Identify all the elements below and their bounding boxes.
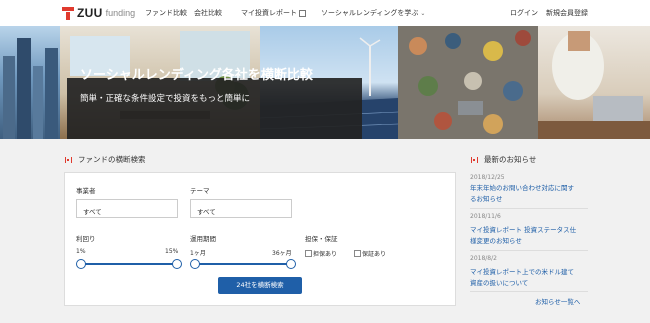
news-divider [470,250,588,251]
nav-my-report-label: マイ投資レポート [241,9,297,17]
section-marker-icon [65,156,72,163]
news-divider [470,291,588,292]
search-submit-button[interactable]: 24社を横断検索 [218,277,302,294]
hero-title: ソーシャルレンディング各社を横断比較 [80,68,313,83]
period-label: 運用期間 [190,235,216,243]
theme-label: テーマ [190,187,210,195]
hero-image-laptop [538,26,650,139]
news-title-line: マイ投資レポート 投資ステータス仕 [470,226,577,234]
nav-my-report[interactable]: マイ投資レポート [241,8,306,18]
news-section-heading: 最新のお知らせ [471,154,536,165]
hero-subtitle: 簡単・正確な条件設定で投資をもっと簡単に [80,94,251,104]
chevron-down-icon: ⌄ [420,10,426,17]
news-date: 2018/8/2 [470,255,497,262]
market-crowd-image [409,30,531,134]
news-heading-text: 最新のお知らせ [484,155,537,164]
top-navbar: ZUU funding ファンド比較 会社比較 マイ投資レポート ソーシャルレン… [0,0,650,27]
external-link-icon [299,9,306,17]
operator-label: 事業者 [76,187,96,195]
period-min-value: 1ヶ月 [190,250,206,257]
period-max-handle[interactable] [286,259,296,269]
search-heading-text: ファンドの横断検索 [78,155,146,164]
person-laptop-image [538,31,650,139]
news-title-line: 様変更のお知らせ [470,237,522,245]
collateral-checkbox[interactable] [305,250,312,257]
news-title-line: マイ投資レポート上での米ドル建て [470,268,574,276]
search-section-heading: ファンドの横断検索 [65,154,146,165]
collateral-label: 担保・保証 [305,235,338,243]
news-more-link[interactable]: お知らせ一覧へ [535,296,580,306]
period-slider-track[interactable] [194,263,291,265]
register-link[interactable]: 新規会員登録 [546,8,588,18]
news-date: 2018/11/6 [470,213,501,220]
collateral-option-label[interactable]: 担保あり [313,249,337,258]
section-marker-icon [471,156,478,163]
theme-select[interactable]: すべて [190,199,292,218]
news-item-link[interactable]: マイ投資レポート上での米ドル建て 資産の扱いについて [470,267,574,289]
logo-brand-text: ZUU [77,6,103,20]
nav-fund-compare[interactable]: ファンド比較 [145,8,187,18]
nav-learn-dropdown[interactable]: ソーシャルレンディングを学ぶ ⌄ [321,8,425,18]
nav-company-compare[interactable]: 会社比較 [194,8,222,18]
period-min-handle[interactable] [190,259,200,269]
news-title-line: 資産の扱いについて [470,279,529,287]
hero-image-city [0,26,60,139]
hero-title-box [67,78,362,139]
period-max-value: 36ヶ月 [272,250,292,257]
news-date: 2018/12/25 [470,174,505,181]
news-item-link[interactable]: 年末年始のお問い合わせ対応に関す るお知らせ [470,183,574,205]
yield-slider-track[interactable] [80,263,177,265]
yield-min-handle[interactable] [76,259,86,269]
news-title-line: るお知らせ [470,195,503,203]
zuu-logo-icon [62,6,74,20]
news-item-link[interactable]: マイ投資レポート 投資ステータス仕 様変更のお知らせ [470,225,576,247]
yield-label: 利回り [76,235,96,243]
yield-max-value: 15% [165,248,179,255]
login-link[interactable]: ログイン [510,8,538,18]
guarantee-option-label[interactable]: 保証あり [362,249,386,258]
operator-select[interactable]: すべて [76,199,178,218]
zuu-funding-logo[interactable]: ZUU funding [62,6,135,20]
city-buildings-image [3,38,58,139]
nav-learn-label: ソーシャルレンディングを学ぶ [321,9,419,17]
news-divider [470,208,588,209]
guarantee-checkbox[interactable] [354,250,361,257]
logo-sub-text: funding [105,8,136,18]
yield-min-value: 1% [76,248,86,255]
news-title-line: 年末年始のお問い合わせ対応に関す [470,184,574,192]
yield-max-handle[interactable] [172,259,182,269]
hero-image-market [398,26,538,139]
